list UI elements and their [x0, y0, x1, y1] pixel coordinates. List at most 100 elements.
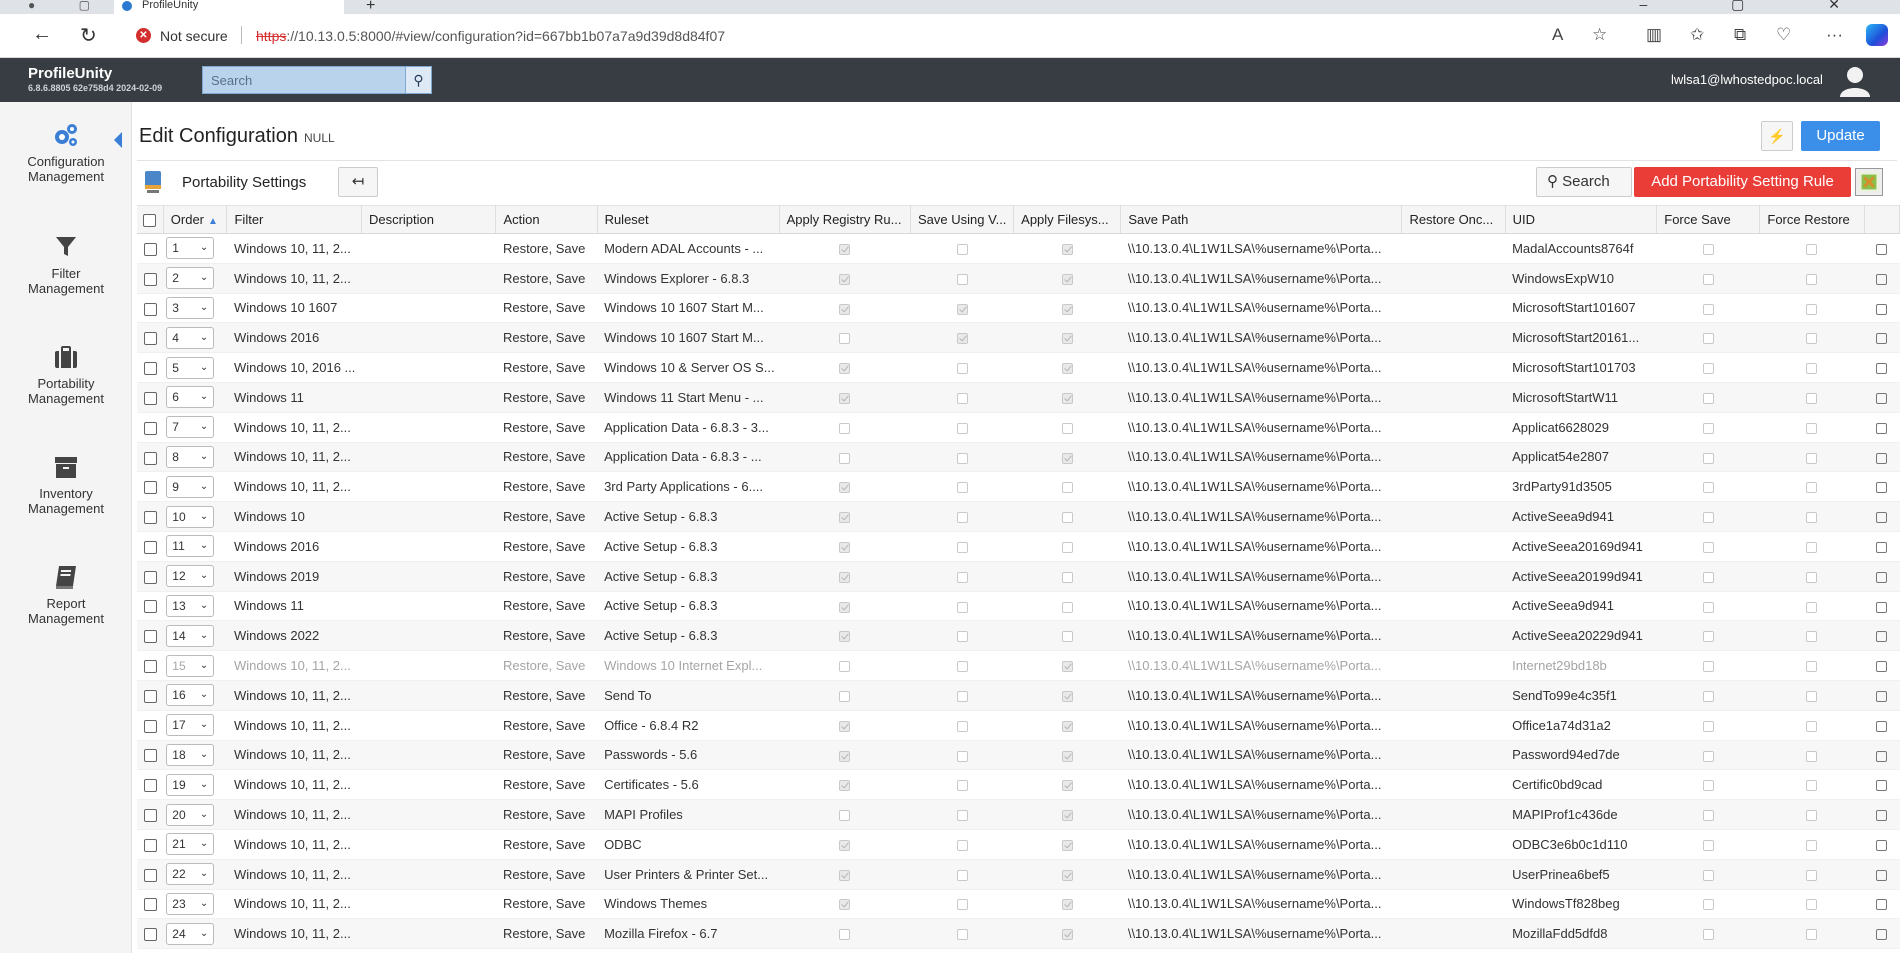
force-save-checkbox[interactable] — [1702, 571, 1714, 583]
order-select[interactable]: 15 ⌄ — [166, 654, 215, 677]
column-header-apply-filesystem[interactable]: Apply Filesys... — [1013, 205, 1122, 234]
order-select[interactable]: 11 ⌄ — [166, 535, 215, 558]
save-using-vhd-checkbox[interactable] — [956, 690, 968, 702]
row-select-checkbox[interactable] — [143, 838, 157, 852]
save-using-vhd-checkbox[interactable] — [956, 363, 968, 375]
column-header-action[interactable]: Action — [495, 205, 598, 234]
edit-icon[interactable] — [1876, 273, 1888, 285]
force-restore-checkbox[interactable] — [1806, 929, 1818, 941]
table-search-button[interactable]: ⚲ Search — [1536, 167, 1632, 197]
table-row[interactable]: 9 ⌄ Windows 10, 11, 2... Restore, Save 3rd P… — [137, 471, 1900, 503]
favorite-star-icon[interactable]: ☆ — [1592, 25, 1607, 45]
sidebar-item-filter[interactable]: Filter Management — [0, 234, 132, 296]
save-using-vhd-checkbox[interactable] — [956, 512, 968, 524]
edit-icon[interactable] — [1876, 839, 1888, 851]
save-using-vhd-checkbox[interactable] — [956, 631, 968, 643]
row-select-checkbox[interactable] — [143, 540, 157, 554]
edit-icon[interactable] — [1876, 810, 1888, 822]
save-using-vhd-checkbox[interactable] — [956, 601, 968, 613]
order-select[interactable]: 20 ⌄ — [166, 803, 215, 826]
save-using-vhd-checkbox[interactable] — [956, 303, 968, 315]
save-using-vhd-checkbox[interactable] — [956, 750, 968, 762]
order-select[interactable]: 12 ⌄ — [166, 565, 215, 588]
table-row[interactable]: 8 ⌄ Windows 10, 11, 2... Restore, Save Appli… — [137, 442, 1900, 473]
edit-icon[interactable] — [1876, 571, 1888, 583]
column-header-force-restore[interactable]: Force Restore — [1759, 205, 1865, 234]
apply-registry-checkbox[interactable] — [839, 392, 851, 404]
force-restore-checkbox[interactable] — [1806, 452, 1818, 464]
column-header-uid[interactable]: UID — [1505, 205, 1658, 234]
force-restore-checkbox[interactable] — [1806, 571, 1818, 583]
apply-registry-checkbox[interactable] — [839, 839, 851, 851]
apply-filesystem-checkbox[interactable] — [1061, 392, 1073, 404]
table-row[interactable]: 13 ⌄ Windows 11 Restore, Save Active Setup -… — [137, 591, 1900, 622]
force-restore-checkbox[interactable] — [1806, 690, 1818, 702]
apply-filesystem-checkbox[interactable] — [1061, 750, 1073, 762]
sort-icon[interactable]: ▲ — [208, 216, 218, 227]
force-restore-checkbox[interactable] — [1806, 363, 1818, 375]
order-select[interactable]: 4 ⌄ — [166, 326, 215, 349]
new-tab-icon[interactable]: + — [366, 0, 375, 15]
column-header-ruleset[interactable]: Ruleset — [597, 205, 780, 234]
apply-registry-checkbox[interactable] — [839, 810, 851, 822]
apply-filesystem-checkbox[interactable] — [1061, 541, 1073, 553]
apply-filesystem-checkbox[interactable] — [1061, 690, 1073, 702]
force-restore-checkbox[interactable] — [1806, 869, 1818, 881]
url-field[interactable]: https://10.13.0.5:8000/#view/configurati… — [256, 28, 725, 44]
edit-icon[interactable] — [1876, 363, 1888, 375]
table-row[interactable]: 24 ⌄ Windows 10, 11, 2... Restore, Save Mozi… — [137, 918, 1900, 950]
table-row[interactable]: 3 ⌄ Windows 10 1607 Restore, Save Windows 10… — [137, 293, 1900, 324]
save-using-vhd-checkbox[interactable] — [956, 452, 968, 464]
save-using-vhd-checkbox[interactable] — [956, 720, 968, 732]
edit-icon[interactable] — [1876, 512, 1888, 524]
back-arrow-icon[interactable]: ← — [32, 23, 52, 46]
apply-filesystem-checkbox[interactable] — [1061, 333, 1073, 345]
force-restore-checkbox[interactable] — [1806, 392, 1818, 404]
edit-icon[interactable] — [1876, 750, 1888, 762]
row-select-checkbox[interactable] — [143, 749, 157, 763]
apply-registry-checkbox[interactable] — [839, 720, 851, 732]
row-select-checkbox[interactable] — [143, 481, 157, 495]
apply-filesystem-checkbox[interactable] — [1061, 810, 1073, 822]
apply-filesystem-checkbox[interactable] — [1061, 303, 1073, 315]
table-row[interactable]: 16 ⌄ Windows 10, 11, 2... Restore, Save Send… — [137, 680, 1900, 711]
apply-filesystem-checkbox[interactable] — [1061, 720, 1073, 732]
force-restore-checkbox[interactable] — [1806, 839, 1818, 851]
row-select-checkbox[interactable] — [143, 779, 157, 793]
force-save-checkbox[interactable] — [1702, 243, 1714, 255]
edit-icon[interactable] — [1876, 661, 1888, 673]
edit-icon[interactable] — [1876, 869, 1888, 881]
force-save-checkbox[interactable] — [1702, 780, 1714, 792]
lightning-button[interactable]: ⚡ — [1761, 121, 1793, 151]
table-row[interactable]: 12 ⌄ Windows 2019 Restore, Save Active Setup… — [137, 561, 1900, 592]
apply-registry-checkbox[interactable] — [839, 243, 851, 255]
apply-registry-checkbox[interactable] — [839, 422, 851, 434]
window-controls[interactable]: – ▢ ✕ — [1639, 0, 1880, 13]
read-aloud-icon[interactable]: A — [1552, 25, 1563, 45]
apply-filesystem-checkbox[interactable] — [1061, 512, 1073, 524]
force-restore-checkbox[interactable] — [1806, 482, 1818, 494]
force-restore-checkbox[interactable] — [1806, 750, 1818, 762]
column-header-save-using-vhd[interactable]: Save Using V... — [910, 205, 1015, 234]
force-save-checkbox[interactable] — [1702, 631, 1714, 643]
apply-filesystem-checkbox[interactable] — [1061, 273, 1073, 285]
avatar-icon[interactable] — [1838, 63, 1872, 97]
row-select-checkbox[interactable] — [143, 570, 157, 584]
table-row[interactable]: 7 ⌄ Windows 10, 11, 2... Restore, Save Appli… — [137, 412, 1900, 443]
force-restore-checkbox[interactable] — [1806, 541, 1818, 553]
apply-filesystem-checkbox[interactable] — [1061, 601, 1073, 613]
column-header-save-path[interactable]: Save Path — [1120, 205, 1403, 234]
row-select-checkbox[interactable] — [143, 272, 157, 286]
force-save-checkbox[interactable] — [1702, 720, 1714, 732]
order-select[interactable]: 14 ⌄ — [166, 624, 215, 647]
apply-registry-checkbox[interactable] — [839, 750, 851, 762]
search-icon[interactable]: ⚲ — [405, 67, 431, 93]
force-save-checkbox[interactable] — [1702, 333, 1714, 345]
force-save-checkbox[interactable] — [1702, 392, 1714, 404]
force-save-checkbox[interactable] — [1702, 929, 1714, 941]
force-save-checkbox[interactable] — [1702, 452, 1714, 464]
table-row[interactable]: 23 ⌄ Windows 10, 11, 2... Restore, Save Wind… — [137, 889, 1900, 920]
split-screen-icon[interactable]: ▥ — [1646, 25, 1662, 45]
edit-icon[interactable] — [1876, 482, 1888, 494]
column-header-description[interactable]: Description — [361, 205, 497, 234]
